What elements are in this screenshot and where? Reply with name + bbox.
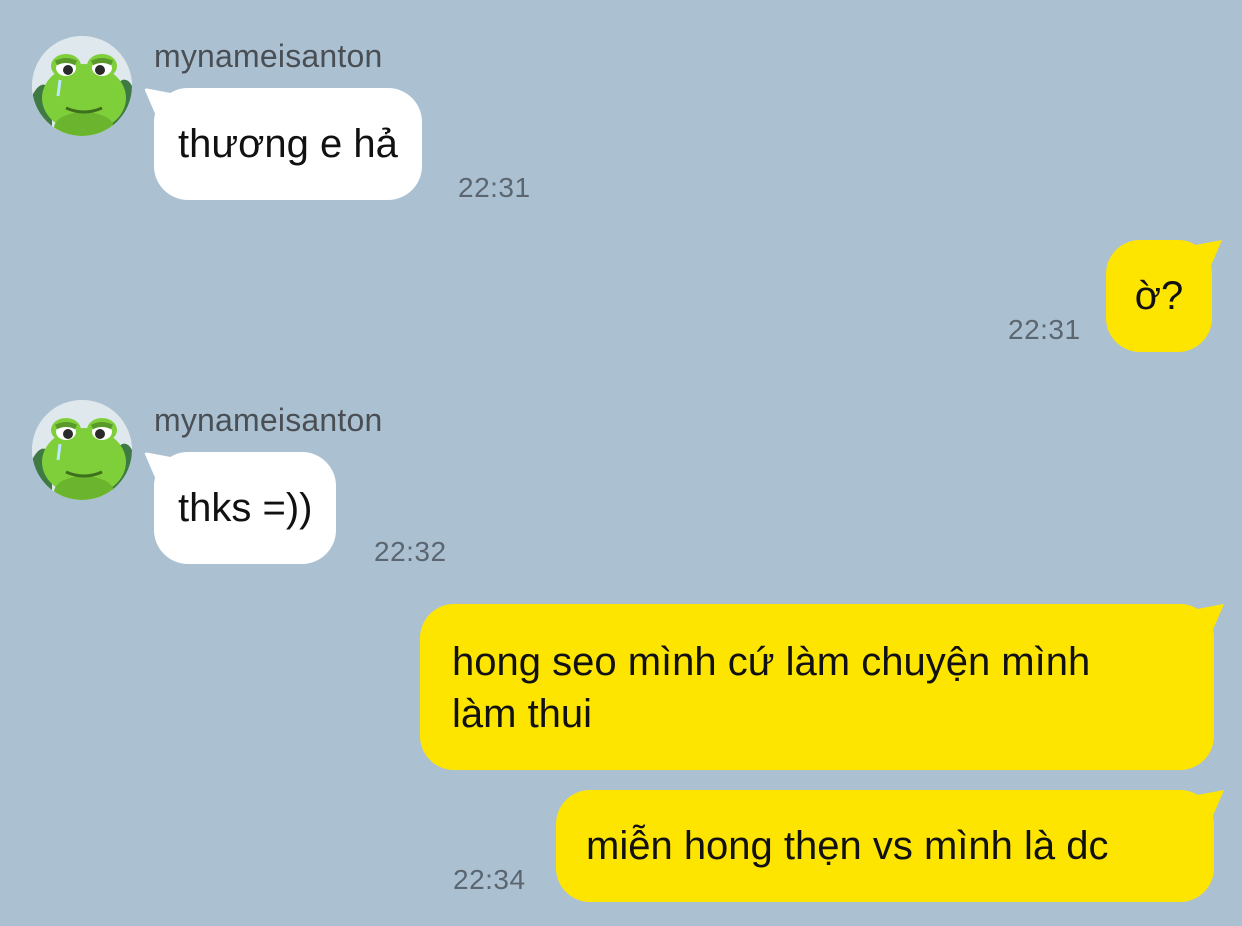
chat-message-list[interactable]: mynameisanton thương e hả 22:31 22:31 ờ?…: [0, 0, 1242, 926]
message-text: ờ?: [1134, 274, 1184, 318]
message-timestamp: 22:32: [374, 536, 447, 567]
message-timestamp: 22:34: [453, 864, 526, 895]
incoming-message-bubble[interactable]: thương e hả: [154, 88, 422, 200]
message-timestamp: 22:31: [1008, 314, 1081, 345]
frog-avatar-icon[interactable]: [32, 36, 132, 136]
outgoing-message-bubble[interactable]: ờ?: [1106, 240, 1212, 352]
frog-avatar-icon[interactable]: [32, 400, 132, 500]
outgoing-message-bubble[interactable]: miễn hong thẹn vs mình là dc: [556, 790, 1214, 902]
message-text: thks =)): [178, 486, 313, 530]
sender-name: mynameisanton: [154, 402, 383, 438]
message-text-line: làm thui: [452, 692, 593, 736]
outgoing-message-bubble[interactable]: hong seo mình cứ làm chuyện mình làm thu…: [420, 604, 1214, 770]
sender-name: mynameisanton: [154, 38, 383, 74]
message-timestamp: 22:31: [458, 172, 531, 203]
message-text: miễn hong thẹn vs mình là dc: [586, 824, 1109, 868]
message-text: thương e hả: [178, 122, 398, 166]
message-text-line: hong seo mình cứ làm chuyện mình: [452, 640, 1091, 684]
incoming-message-bubble[interactable]: thks =)): [154, 452, 337, 564]
